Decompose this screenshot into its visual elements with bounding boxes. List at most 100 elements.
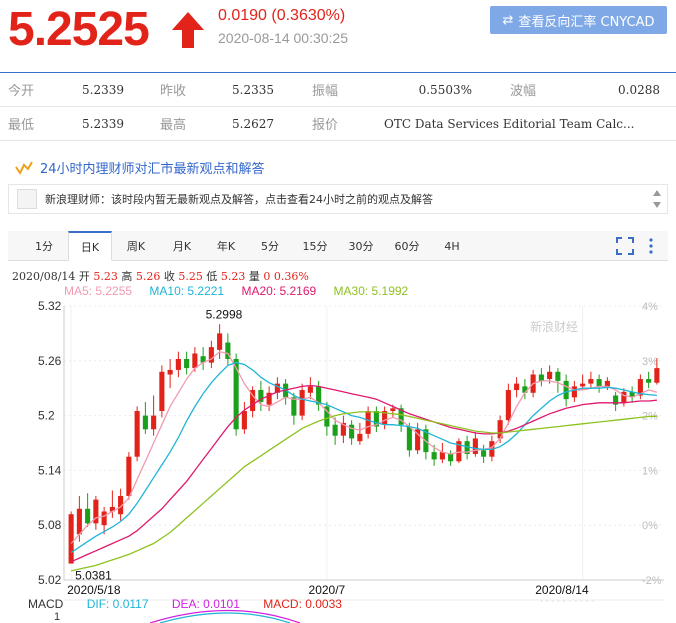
- candle-body: [604, 380, 610, 387]
- tab-60min[interactable]: 60分: [384, 231, 430, 261]
- ma5-line: [70, 350, 658, 544]
- candle-body: [241, 411, 247, 430]
- tab-yearly-k[interactable]: 年K: [204, 231, 248, 261]
- ma10-line: [70, 361, 657, 554]
- candle-body: [142, 415, 148, 430]
- scroll-arrows-icon[interactable]: [651, 187, 663, 211]
- quote-row: 最低 5.2339 最高 5.2627 报价 OTC Data Services…: [0, 107, 676, 141]
- timestamp: 2020-08-14 00:30:25: [218, 30, 348, 46]
- candle-body: [571, 386, 577, 398]
- macd-value: MACD: 0.0033: [263, 597, 342, 611]
- trend-check-icon: [15, 161, 33, 175]
- candle-body: [596, 379, 602, 387]
- watermark: 新浪财经: [530, 319, 578, 334]
- y-tick-label: 5.32: [38, 299, 62, 313]
- reverse-rate-label: 查看反向汇率 CNYCAD: [518, 14, 655, 30]
- candle-body: [522, 386, 528, 393]
- x-tick-label: 2020/5/18: [67, 583, 121, 597]
- x-tick-label: 2020/8/14: [535, 583, 589, 597]
- candle-body: [654, 368, 660, 383]
- up-arrow-icon: [172, 12, 204, 48]
- advisor-message-box[interactable]: 新浪理财师：该时段内暂无最新观点及解答，点击查看24小时之前的观点及解答: [8, 184, 668, 214]
- ma30-line: [70, 411, 657, 572]
- candle-body: [217, 333, 223, 350]
- candle-body: [291, 397, 297, 416]
- ma-legend: MA5: 5.2255 MA10: 5.2221 MA20: 5.2169 MA…: [64, 284, 422, 298]
- pct-tick-label: 4%: [642, 301, 658, 313]
- tab-1min[interactable]: 1分: [22, 231, 66, 261]
- quote-label: 今开: [8, 84, 35, 99]
- info-open: 5.23: [93, 270, 118, 283]
- candle-body: [167, 369, 173, 375]
- quote-value: 0.5503%: [418, 82, 472, 97]
- candle-body: [332, 424, 338, 436]
- candlestick-chart[interactable]: 5.325.265.25.145.085.024%3%2%1%0%-2%新浪财经…: [0, 298, 676, 623]
- tab-4h[interactable]: 4H: [430, 231, 474, 261]
- macd-axis-label: 1: [54, 611, 60, 623]
- advisor-title-link[interactable]: 24小时内理财师对汇市最新观点和解答: [14, 158, 265, 177]
- quote-value: 0.0288: [618, 82, 660, 97]
- advisor-message: 新浪理财师：该时段内暂无最新观点及解答，点击查看24小时之前的观点及解答: [45, 193, 433, 206]
- candle-body: [580, 383, 586, 387]
- candle-body: [621, 391, 627, 403]
- info-low-label: 低: [206, 270, 218, 283]
- candle-body: [159, 371, 165, 412]
- pct-tick-label: -2%: [642, 575, 662, 587]
- quote-value: 5.2335: [232, 82, 274, 97]
- candle-body: [563, 380, 569, 400]
- candle-body: [505, 390, 511, 421]
- candle-body: [192, 353, 198, 369]
- info-close: 5.25: [178, 270, 203, 283]
- candle-body: [365, 411, 371, 434]
- candle-body: [547, 371, 553, 380]
- current-price: 5.2525: [8, 3, 150, 56]
- info-vol: 0: [263, 270, 271, 283]
- more-vertical-icon[interactable]: [646, 237, 656, 255]
- y-tick-label: 5.02: [38, 573, 62, 587]
- quote-label: 最低: [8, 118, 35, 133]
- tab-weekly-k[interactable]: 周K: [114, 231, 158, 261]
- avatar: [17, 189, 37, 209]
- candle-body: [646, 379, 652, 383]
- info-close-label: 收: [163, 270, 175, 283]
- quote-label: 最高: [160, 118, 187, 133]
- candle-body: [151, 415, 157, 430]
- candle-info: 2020/08/14 开 5.23 高 5.26 收 5.25 低 5.23 量…: [12, 268, 309, 284]
- candle-body: [390, 408, 396, 412]
- tab-monthly-k[interactable]: 月K: [160, 231, 204, 261]
- candle-body: [357, 433, 363, 442]
- tab-30min[interactable]: 30分: [338, 231, 384, 261]
- candle-body: [555, 371, 561, 381]
- candle-body: [406, 426, 412, 451]
- candle-body: [101, 511, 107, 526]
- quote-source: OTC Data Services Editorial Team Calc...: [384, 116, 635, 131]
- price-annotation: 5.0381: [75, 568, 112, 582]
- pct-tick-label: 0%: [642, 520, 658, 532]
- fullscreen-icon[interactable]: [616, 237, 634, 255]
- info-pct: 0.36%: [273, 270, 309, 283]
- pct-tick-label: 3%: [642, 356, 658, 368]
- candle-body: [448, 453, 454, 462]
- tab-5min[interactable]: 5分: [248, 231, 292, 261]
- info-high: 5.26: [135, 270, 161, 283]
- ma5-legend: MA5: 5.2255: [64, 284, 133, 298]
- reverse-rate-button[interactable]: ⇄ 查看反向汇率 CNYCAD: [490, 6, 667, 34]
- quote-label: 报价: [312, 118, 339, 133]
- info-high-label: 高: [121, 270, 133, 283]
- info-date: 2020/08/14: [12, 270, 76, 283]
- y-tick-label: 5.14: [38, 463, 62, 477]
- price-annotation: 5.2998: [206, 307, 243, 321]
- ma10-legend: MA10: 5.2221: [149, 284, 225, 298]
- candle-body: [349, 424, 355, 439]
- tab-15min[interactable]: 15分: [292, 231, 338, 261]
- candle-body: [472, 438, 478, 454]
- candle-body: [184, 358, 190, 369]
- tab-daily-k[interactable]: 日K: [68, 231, 112, 261]
- x-tick-label: 2020/7: [309, 583, 346, 597]
- dea-line: [149, 609, 301, 623]
- candle-body: [76, 508, 82, 535]
- candle-body: [431, 452, 437, 460]
- period-tabs: 1分 日K 周K 月K 年K 5分 15分 30分 60分 4H: [8, 231, 668, 261]
- candle-body: [439, 452, 445, 460]
- quote-value: 5.2339: [82, 116, 124, 131]
